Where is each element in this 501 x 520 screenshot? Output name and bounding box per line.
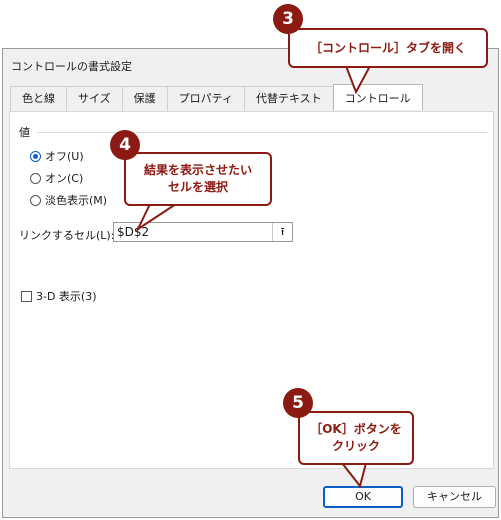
step-3-badge: 3 (273, 4, 303, 34)
callout-3-text: ［コントロール］タブを開く (309, 41, 466, 55)
step-4-badge: 4 (110, 130, 140, 160)
callout-5-line1: ［OK］ボタンを (310, 422, 402, 436)
callout-5-pointer (339, 462, 368, 489)
callout-3-pointer (344, 65, 372, 95)
callout-3: ［コントロール］タブを開く (288, 28, 488, 68)
callout-4-line2: セルを選択 (167, 180, 228, 194)
callout-4-line1: 結果を表示させたい (143, 163, 252, 177)
callout-4-pointer (135, 203, 180, 232)
callout-5-line2: クリック (331, 439, 380, 453)
step-5-badge: 5 (283, 388, 313, 418)
callout-pointers (135, 65, 372, 489)
callout-5: ［OK］ボタンを クリック (298, 411, 414, 465)
callout-4: 結果を表示させたい セルを選択 (124, 152, 272, 206)
